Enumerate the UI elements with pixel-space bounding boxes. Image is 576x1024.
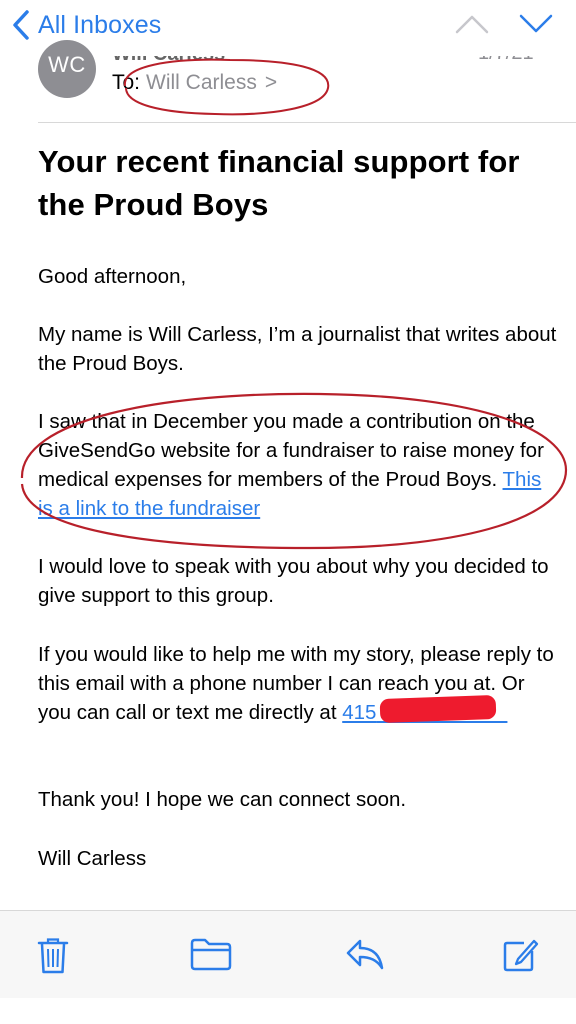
- greeting: Good afternoon,: [38, 265, 187, 288]
- avatar-initials: WC: [48, 52, 86, 77]
- sender-name[interactable]: Will Carless: [112, 56, 272, 65]
- to-label: To:: [112, 71, 141, 94]
- reply-icon: [346, 939, 384, 970]
- move-to-folder-button[interactable]: [190, 937, 232, 976]
- trash-button[interactable]: [37, 937, 69, 980]
- intro-paragraph: My name is Will Carless, I’m a journalis…: [38, 323, 557, 375]
- next-message-button[interactable]: [518, 12, 554, 41]
- reply-button[interactable]: [345, 937, 385, 976]
- contribution-text: I saw that in December you made a contri…: [38, 410, 544, 491]
- previous-message-button[interactable]: [454, 12, 490, 41]
- help-paragraph: If you would like to help me with my sto…: [38, 640, 558, 727]
- back-to-inboxes-button[interactable]: All Inboxes: [12, 10, 161, 40]
- header-divider: [38, 122, 576, 123]
- avatar[interactable]: WC: [38, 40, 96, 98]
- chevron-down-icon: [519, 14, 553, 33]
- trash-icon: [37, 938, 69, 974]
- recipient-row[interactable]: To: Will Carless >: [112, 71, 277, 95]
- chevron-left-icon: [13, 10, 29, 40]
- message-date: 1/7/21: [478, 56, 548, 64]
- phone-number[interactable]: 415: [342, 694, 507, 727]
- email-subject: Your recent financial support for the Pr…: [38, 144, 520, 222]
- redaction-mark: [379, 694, 497, 724]
- back-label: All Inboxes: [38, 10, 162, 39]
- contribution-paragraph: I saw that in December you made a contri…: [38, 407, 558, 523]
- compose-button[interactable]: [502, 937, 540, 978]
- compose-icon: [503, 939, 539, 972]
- folder-icon: [190, 938, 232, 971]
- bottom-strip: [0, 998, 576, 1024]
- speak-paragraph: I would love to speak with you about why…: [38, 555, 549, 607]
- chevron-up-icon: [455, 15, 489, 34]
- phone-prefix: 415: [342, 701, 377, 724]
- recipient-name[interactable]: Will Carless: [146, 71, 257, 94]
- signature: Will Carless: [38, 847, 147, 870]
- thanks-paragraph: Thank you! I hope we can connect soon.: [38, 788, 407, 811]
- chevron-right-icon: >: [264, 71, 278, 94]
- bottom-toolbar: [0, 910, 576, 999]
